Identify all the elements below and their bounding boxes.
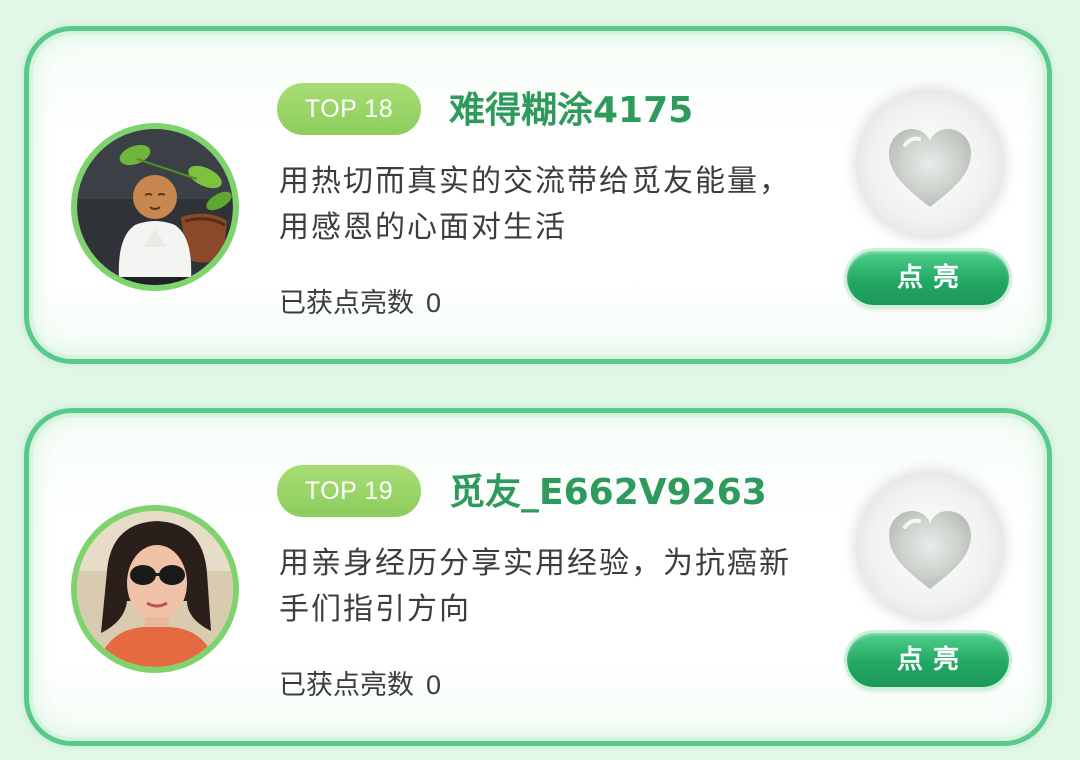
rank-badge: TOP 19 xyxy=(277,465,421,517)
woman-sunglasses-icon xyxy=(77,511,233,667)
likes-count: 0 xyxy=(426,288,442,318)
likes-count: 0 xyxy=(426,670,442,700)
likes-label: 已获点亮数 xyxy=(279,670,414,701)
likes-label: 已获点亮数 xyxy=(279,288,414,319)
user-avatar[interactable] xyxy=(71,123,239,291)
heart-icon[interactable] xyxy=(855,89,1005,239)
monk-figurine-icon xyxy=(77,129,233,285)
likes-count-row: 已获点亮数 0 xyxy=(279,283,441,323)
heart-icon[interactable] xyxy=(855,471,1005,621)
user-motto: 用热切而真实的交流带给觅友能量，用感恩的心面对生活 xyxy=(279,164,791,245)
username[interactable]: 难得糊涂4175 xyxy=(449,85,693,137)
light-up-button[interactable]: 点亮 xyxy=(847,251,1009,305)
user-motto: 用亲身经历分享实用经验，为抗癌新手们指引方向 xyxy=(279,546,791,627)
light-up-button[interactable]: 点亮 xyxy=(847,633,1009,687)
leaderboard-card: TOP 18 难得糊涂4175 用热切而真实的交流带给觅友能量，用感恩的心面对生… xyxy=(24,26,1052,364)
likes-count-row: 已获点亮数 0 xyxy=(279,665,441,705)
leaderboard-card: TOP 19 觅友_E662V9263 用亲身经历分享实用经验，为抗癌新手们指引… xyxy=(24,408,1052,746)
rank-badge: TOP 18 xyxy=(277,83,421,135)
username[interactable]: 觅友_E662V9263 xyxy=(449,467,767,519)
user-avatar[interactable] xyxy=(71,505,239,673)
